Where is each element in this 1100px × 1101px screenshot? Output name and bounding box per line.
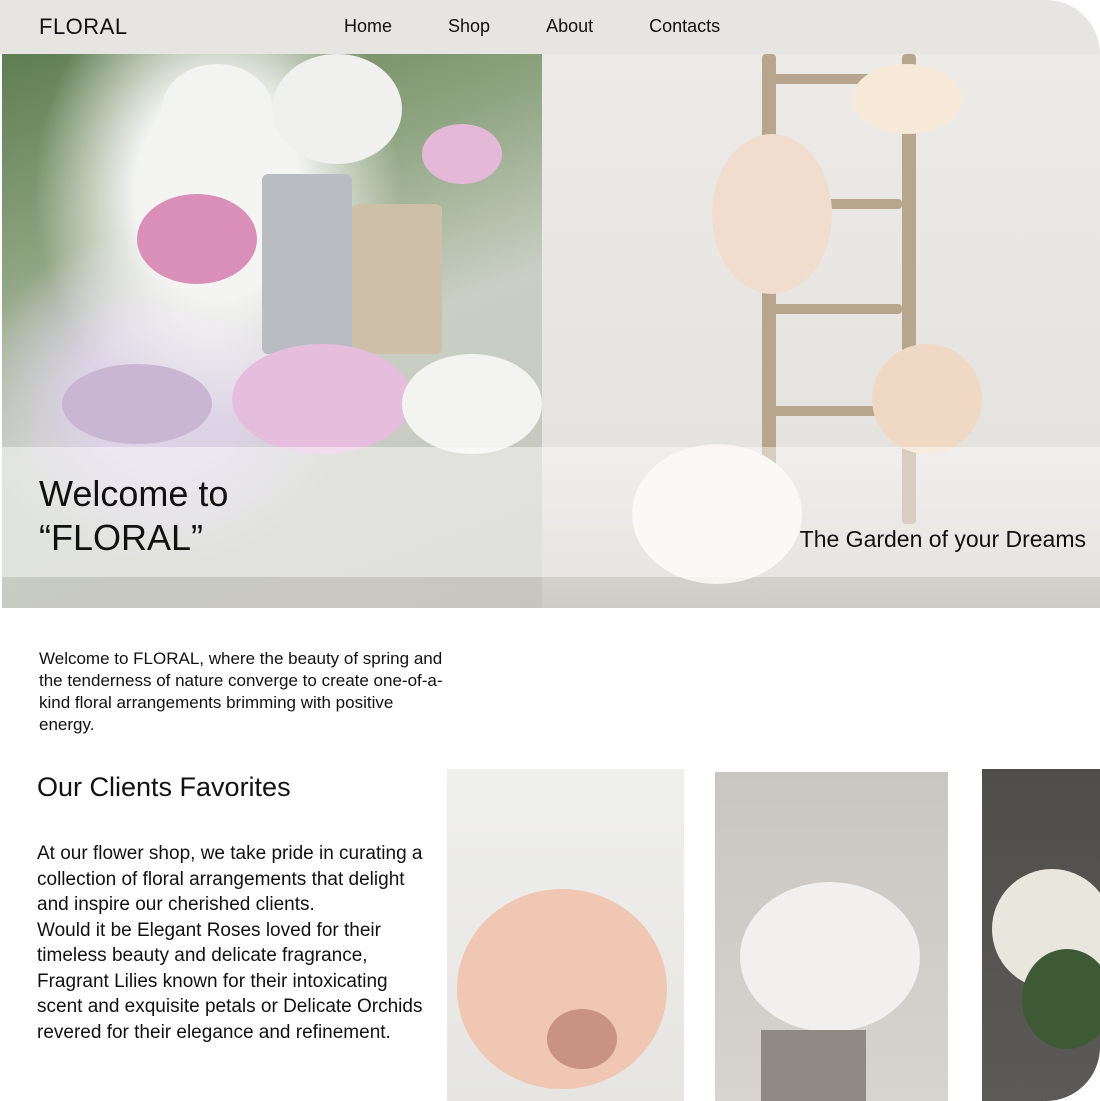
favorites-description: At our flower shop, we take pride in cur… xyxy=(37,843,423,1043)
metal-bucket xyxy=(352,204,442,354)
hero-title: Welcome to “FLORAL” xyxy=(39,473,229,558)
favorite-card-lilies[interactable] xyxy=(982,769,1100,1101)
page-frame: FLORAL Home Shop About Contacts Welcome … xyxy=(0,0,1100,1101)
favorites-heading: Our Clients Favorites xyxy=(37,772,291,802)
rose-bloom xyxy=(232,344,412,454)
nav-about-link[interactable]: About xyxy=(546,16,593,37)
white-blossom xyxy=(402,354,542,454)
stone-vase xyxy=(761,1030,866,1101)
intro-text: Welcome to FLORAL, where the beauty of s… xyxy=(39,649,443,734)
nav-home-link[interactable]: Home xyxy=(344,16,392,37)
rose-cluster xyxy=(712,134,832,294)
metal-bucket xyxy=(262,174,352,354)
site-logo[interactable]: FLORAL xyxy=(39,14,128,40)
lilac-bloom xyxy=(62,364,212,444)
peony-bloom xyxy=(422,124,502,184)
site-header: FLORAL Home Shop About Contacts xyxy=(0,0,1100,54)
rose-cluster xyxy=(852,64,962,134)
nav-contacts-link[interactable]: Contacts xyxy=(649,16,720,37)
hero-banner: Welcome to “FLORAL” The Garden of your D… xyxy=(2,54,1100,608)
main-nav: Home Shop About Contacts xyxy=(344,16,776,37)
hydrangea-bloom xyxy=(162,64,272,154)
hydrangea-bloom xyxy=(272,54,402,164)
arrangement-bloom xyxy=(547,1009,617,1069)
foliage xyxy=(1022,949,1100,1049)
arrangement-bloom xyxy=(740,882,920,1032)
hyacinth-bloom xyxy=(137,194,257,284)
favorite-card-orchids[interactable] xyxy=(715,772,948,1101)
rose-cluster xyxy=(872,344,982,454)
nav-shop-link[interactable]: Shop xyxy=(448,16,490,37)
hero-tagline: The Garden of your Dreams xyxy=(799,526,1086,552)
favorite-card-roses[interactable] xyxy=(447,769,684,1101)
